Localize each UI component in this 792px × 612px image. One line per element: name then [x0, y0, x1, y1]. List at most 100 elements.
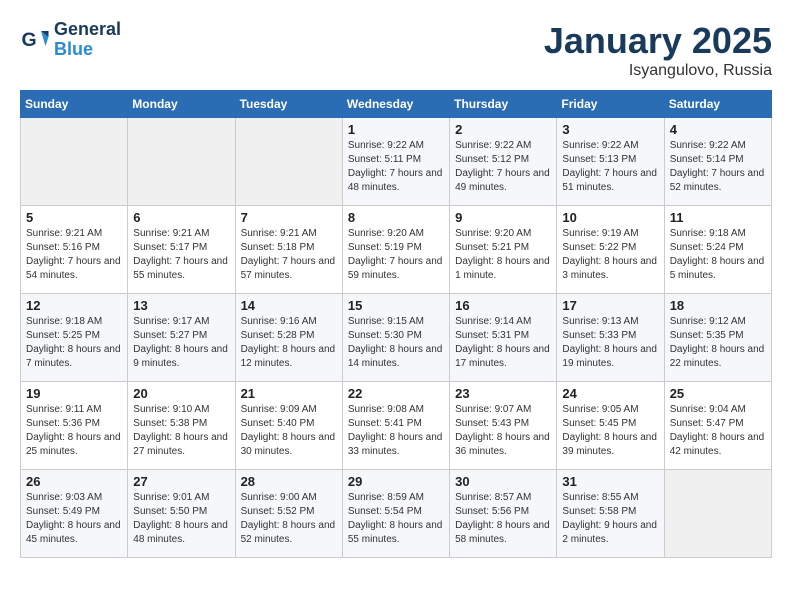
- calendar-week-2: 5 Sunrise: 9:21 AMSunset: 5:16 PMDaylight…: [21, 206, 772, 294]
- weekday-header-sunday: Sunday: [21, 91, 128, 118]
- day-info: Sunrise: 8:55 AMSunset: 5:58 PMDaylight:…: [562, 491, 658, 547]
- day-info: Sunrise: 9:15 AMSunset: 5:30 PMDaylight:…: [348, 315, 444, 371]
- calendar-cell: 29 Sunrise: 8:59 AMSunset: 5:54 PMDayligh…: [342, 470, 449, 558]
- day-info: Sunrise: 9:21 AMSunset: 5:17 PMDaylight:…: [133, 227, 229, 283]
- calendar-cell: 17 Sunrise: 9:13 AMSunset: 5:33 PMDayligh…: [557, 294, 664, 382]
- location: Isyangulovo, Russia: [544, 62, 772, 80]
- day-info: Sunrise: 9:08 AMSunset: 5:41 PMDaylight:…: [348, 403, 444, 459]
- day-info: Sunrise: 9:21 AMSunset: 5:18 PMDaylight:…: [241, 227, 337, 283]
- day-info: Sunrise: 9:20 AMSunset: 5:21 PMDaylight:…: [455, 227, 551, 283]
- day-number: 1: [348, 122, 444, 137]
- day-info: Sunrise: 9:22 AMSunset: 5:11 PMDaylight:…: [348, 139, 444, 195]
- calendar-cell: 15 Sunrise: 9:15 AMSunset: 5:30 PMDayligh…: [342, 294, 449, 382]
- day-info: Sunrise: 8:57 AMSunset: 5:56 PMDaylight:…: [455, 491, 551, 547]
- weekday-header-tuesday: Tuesday: [235, 91, 342, 118]
- day-number: 19: [26, 386, 122, 401]
- day-info: Sunrise: 9:20 AMSunset: 5:19 PMDaylight:…: [348, 227, 444, 283]
- day-number: 3: [562, 122, 658, 137]
- day-number: 24: [562, 386, 658, 401]
- day-number: 2: [455, 122, 551, 137]
- day-number: 22: [348, 386, 444, 401]
- day-info: Sunrise: 9:04 AMSunset: 5:47 PMDaylight:…: [670, 403, 766, 459]
- logo: G General Blue: [20, 20, 121, 60]
- weekday-header-monday: Monday: [128, 91, 235, 118]
- day-info: Sunrise: 9:16 AMSunset: 5:28 PMDaylight:…: [241, 315, 337, 371]
- day-number: 16: [455, 298, 551, 313]
- day-number: 18: [670, 298, 766, 313]
- day-info: Sunrise: 9:13 AMSunset: 5:33 PMDaylight:…: [562, 315, 658, 371]
- day-info: Sunrise: 9:18 AMSunset: 5:24 PMDaylight:…: [670, 227, 766, 283]
- day-number: 15: [348, 298, 444, 313]
- calendar-cell: 9 Sunrise: 9:20 AMSunset: 5:21 PMDaylight…: [450, 206, 557, 294]
- day-info: Sunrise: 9:09 AMSunset: 5:40 PMDaylight:…: [241, 403, 337, 459]
- calendar-cell: 3 Sunrise: 9:22 AMSunset: 5:13 PMDaylight…: [557, 118, 664, 206]
- day-info: Sunrise: 9:10 AMSunset: 5:38 PMDaylight:…: [133, 403, 229, 459]
- calendar-cell: 5 Sunrise: 9:21 AMSunset: 5:16 PMDaylight…: [21, 206, 128, 294]
- day-number: 13: [133, 298, 229, 313]
- calendar-cell: 31Sunrise: 8:55 AMSunset: 5:58 PMDayligh…: [557, 470, 664, 558]
- calendar-cell: 26Sunrise: 9:03 AMSunset: 5:49 PMDayligh…: [21, 470, 128, 558]
- day-number: 28: [241, 474, 337, 489]
- day-number: 30: [455, 474, 551, 489]
- calendar-cell: 16 Sunrise: 9:14 AMSunset: 5:31 PMDayligh…: [450, 294, 557, 382]
- day-info: Sunrise: 9:17 AMSunset: 5:27 PMDaylight:…: [133, 315, 229, 371]
- calendar-cell: 14Sunrise: 9:16 AMSunset: 5:28 PMDayligh…: [235, 294, 342, 382]
- day-info: Sunrise: 9:21 AMSunset: 5:16 PMDaylight:…: [26, 227, 122, 283]
- month-title: January 2025: [544, 20, 772, 62]
- calendar-cell: 8 Sunrise: 9:20 AMSunset: 5:19 PMDaylight…: [342, 206, 449, 294]
- calendar-week-3: 12 Sunrise: 9:18 AMSunset: 5:25 PMDayligh…: [21, 294, 772, 382]
- day-info: Sunrise: 9:05 AMSunset: 5:45 PMDaylight:…: [562, 403, 658, 459]
- title-block: January 2025 Isyangulovo, Russia: [544, 20, 772, 80]
- svg-text:G: G: [22, 29, 37, 51]
- calendar-cell: 22 Sunrise: 9:08 AMSunset: 5:41 PMDayligh…: [342, 382, 449, 470]
- day-number: 6: [133, 210, 229, 225]
- day-number: 11: [670, 210, 766, 225]
- calendar-cell: 6 Sunrise: 9:21 AMSunset: 5:17 PMDaylight…: [128, 206, 235, 294]
- weekday-header-saturday: Saturday: [664, 91, 771, 118]
- day-info: Sunrise: 9:22 AMSunset: 5:12 PMDaylight:…: [455, 139, 551, 195]
- day-info: Sunrise: 9:22 AMSunset: 5:13 PMDaylight:…: [562, 139, 658, 195]
- calendar-cell: 27 Sunrise: 9:01 AMSunset: 5:50 PMDayligh…: [128, 470, 235, 558]
- calendar-cell: 24 Sunrise: 9:05 AMSunset: 5:45 PMDayligh…: [557, 382, 664, 470]
- day-number: 27: [133, 474, 229, 489]
- weekday-header-wednesday: Wednesday: [342, 91, 449, 118]
- day-info: Sunrise: 9:07 AMSunset: 5:43 PMDaylight:…: [455, 403, 551, 459]
- day-info: Sunrise: 9:18 AMSunset: 5:25 PMDaylight:…: [26, 315, 122, 371]
- calendar-cell: [235, 118, 342, 206]
- calendar-week-4: 19Sunrise: 9:11 AMSunset: 5:36 PMDayligh…: [21, 382, 772, 470]
- day-number: 29: [348, 474, 444, 489]
- day-number: 9: [455, 210, 551, 225]
- day-info: Sunrise: 9:12 AMSunset: 5:35 PMDaylight:…: [670, 315, 766, 371]
- calendar-cell: 30 Sunrise: 8:57 AMSunset: 5:56 PMDayligh…: [450, 470, 557, 558]
- day-number: 5: [26, 210, 122, 225]
- calendar-cell: 21Sunrise: 9:09 AMSunset: 5:40 PMDayligh…: [235, 382, 342, 470]
- day-info: Sunrise: 9:00 AMSunset: 5:52 PMDaylight:…: [241, 491, 337, 547]
- calendar-cell: 13 Sunrise: 9:17 AMSunset: 5:27 PMDayligh…: [128, 294, 235, 382]
- day-number: 12: [26, 298, 122, 313]
- calendar-cell: 2 Sunrise: 9:22 AMSunset: 5:12 PMDaylight…: [450, 118, 557, 206]
- calendar-cell: 11 Sunrise: 9:18 AMSunset: 5:24 PMDayligh…: [664, 206, 771, 294]
- calendar-week-1: 1 Sunrise: 9:22 AMSunset: 5:11 PMDaylight…: [21, 118, 772, 206]
- calendar-cell: 23Sunrise: 9:07 AMSunset: 5:43 PMDayligh…: [450, 382, 557, 470]
- day-number: 8: [348, 210, 444, 225]
- page-header: G General Blue January 2025 Isyangulovo,…: [20, 20, 772, 80]
- calendar-cell: 1 Sunrise: 9:22 AMSunset: 5:11 PMDaylight…: [342, 118, 449, 206]
- day-number: 17: [562, 298, 658, 313]
- day-number: 7: [241, 210, 337, 225]
- day-info: Sunrise: 9:19 AMSunset: 5:22 PMDaylight:…: [562, 227, 658, 283]
- day-info: Sunrise: 9:01 AMSunset: 5:50 PMDaylight:…: [133, 491, 229, 547]
- logo-general: General: [54, 20, 121, 40]
- calendar-cell: [128, 118, 235, 206]
- day-info: Sunrise: 9:14 AMSunset: 5:31 PMDaylight:…: [455, 315, 551, 371]
- calendar-cell: 18 Sunrise: 9:12 AMSunset: 5:35 PMDayligh…: [664, 294, 771, 382]
- day-number: 4: [670, 122, 766, 137]
- calendar-cell: [664, 470, 771, 558]
- day-number: 20: [133, 386, 229, 401]
- day-info: Sunrise: 8:59 AMSunset: 5:54 PMDaylight:…: [348, 491, 444, 547]
- day-number: 25: [670, 386, 766, 401]
- calendar-cell: 4 Sunrise: 9:22 AMSunset: 5:14 PMDaylight…: [664, 118, 771, 206]
- calendar-cell: 10Sunrise: 9:19 AMSunset: 5:22 PMDayligh…: [557, 206, 664, 294]
- day-info: Sunrise: 9:22 AMSunset: 5:14 PMDaylight:…: [670, 139, 766, 195]
- weekday-header-friday: Friday: [557, 91, 664, 118]
- calendar-cell: 19Sunrise: 9:11 AMSunset: 5:36 PMDayligh…: [21, 382, 128, 470]
